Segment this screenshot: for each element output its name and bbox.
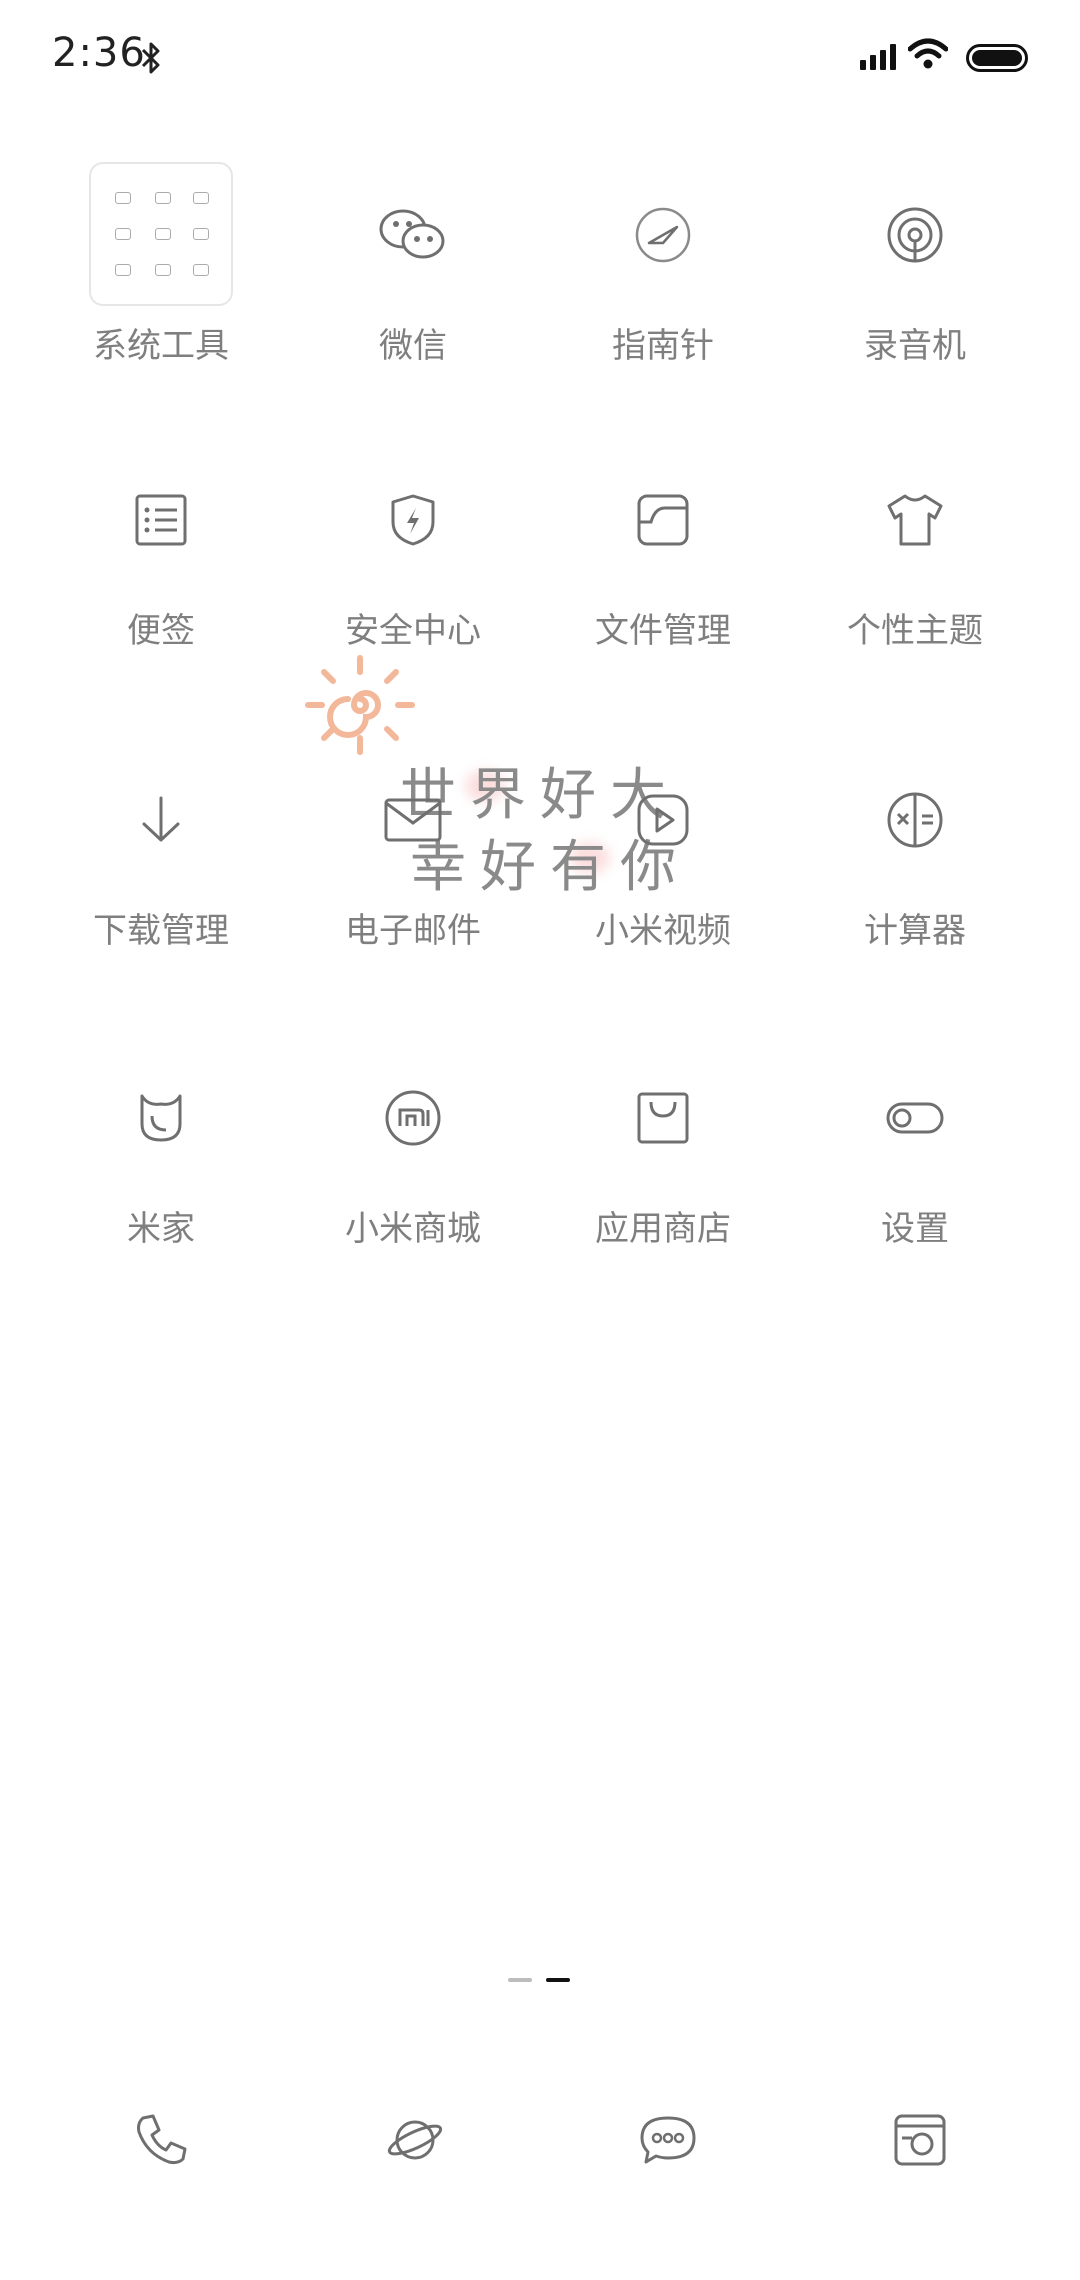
phone-icon — [137, 2114, 187, 2165]
signal-icon — [860, 44, 896, 70]
dock-camera[interactable] — [870, 2090, 970, 2190]
mail-icon — [384, 798, 442, 842]
camera-icon — [894, 2114, 946, 2166]
app-security-center[interactable]: 安全中心 — [286, 470, 540, 710]
app-downloads[interactable]: 下载管理 — [34, 770, 288, 1010]
status-bar: 2:36 — [0, 0, 1080, 120]
notes-icon — [135, 494, 187, 546]
recorder-icon — [887, 207, 943, 263]
app-label: 计算器 — [864, 911, 966, 951]
app-mijia[interactable]: 米家 — [34, 1068, 288, 1308]
app-store-bag-icon — [637, 1092, 689, 1144]
app-label: 个性主题 — [847, 611, 983, 651]
app-label: 小米视频 — [595, 911, 731, 951]
calculator-icon — [887, 792, 943, 848]
app-system-tools-folder[interactable]: 系统工具 — [34, 160, 288, 400]
app-label: 应用商店 — [595, 1209, 731, 1249]
dock-phone[interactable] — [111, 2090, 211, 2190]
app-file-manager[interactable]: 文件管理 — [536, 470, 790, 710]
page-dot-1[interactable] — [508, 1978, 532, 1982]
mijia-icon — [140, 1094, 182, 1142]
app-label: 小米商城 — [345, 1209, 481, 1249]
video-play-icon — [637, 794, 689, 846]
app-label: 米家 — [127, 1209, 195, 1249]
dock — [0, 2090, 1080, 2200]
wifi-icon — [908, 38, 948, 69]
app-notes[interactable]: 便签 — [34, 470, 288, 710]
app-themes[interactable]: 个性主题 — [788, 470, 1042, 710]
app-mi-store[interactable]: 小米商城 — [286, 1068, 540, 1308]
app-mi-video[interactable]: 小米视频 — [536, 770, 790, 1010]
folder-icon — [89, 162, 233, 306]
page-indicator — [508, 1967, 584, 1986]
app-wechat[interactable]: 微信 — [286, 185, 540, 425]
app-email[interactable]: 电子邮件 — [286, 770, 540, 1010]
app-label: 设置 — [881, 1209, 949, 1249]
app-compass[interactable]: 指南针 — [536, 185, 790, 425]
security-shield-icon — [391, 494, 435, 546]
app-label: 录音机 — [864, 326, 966, 366]
app-label: 微信 — [379, 326, 447, 366]
dock-messages[interactable] — [618, 2090, 718, 2190]
app-label: 下载管理 — [93, 911, 229, 951]
status-time: 2:36 — [52, 30, 146, 76]
compass-icon — [635, 207, 691, 263]
app-app-store[interactable]: 应用商店 — [536, 1068, 790, 1308]
download-arrow-icon — [142, 796, 180, 842]
battery-icon — [966, 44, 1028, 72]
app-label: 文件管理 — [595, 611, 731, 651]
app-calculator[interactable]: 计算器 — [788, 770, 1042, 1010]
app-label: 系统工具 — [93, 326, 229, 366]
app-recorder[interactable]: 录音机 — [788, 185, 1042, 425]
messages-icon — [640, 2116, 696, 2164]
app-settings[interactable]: 设置 — [788, 1068, 1042, 1308]
theme-shirt-icon — [887, 494, 943, 546]
bluetooth-icon — [141, 42, 160, 74]
browser-planet-icon — [387, 2120, 443, 2160]
app-label: 指南针 — [612, 326, 714, 366]
dock-browser[interactable] — [365, 2090, 465, 2190]
mi-store-icon — [385, 1090, 441, 1146]
file-manager-icon — [637, 494, 689, 546]
app-label: 便签 — [127, 611, 195, 651]
app-label: 安全中心 — [345, 611, 481, 651]
settings-toggle-icon — [886, 1102, 944, 1134]
app-label: 电子邮件 — [345, 911, 481, 951]
wechat-icon — [379, 209, 445, 259]
page-dot-2[interactable] — [546, 1978, 570, 1982]
